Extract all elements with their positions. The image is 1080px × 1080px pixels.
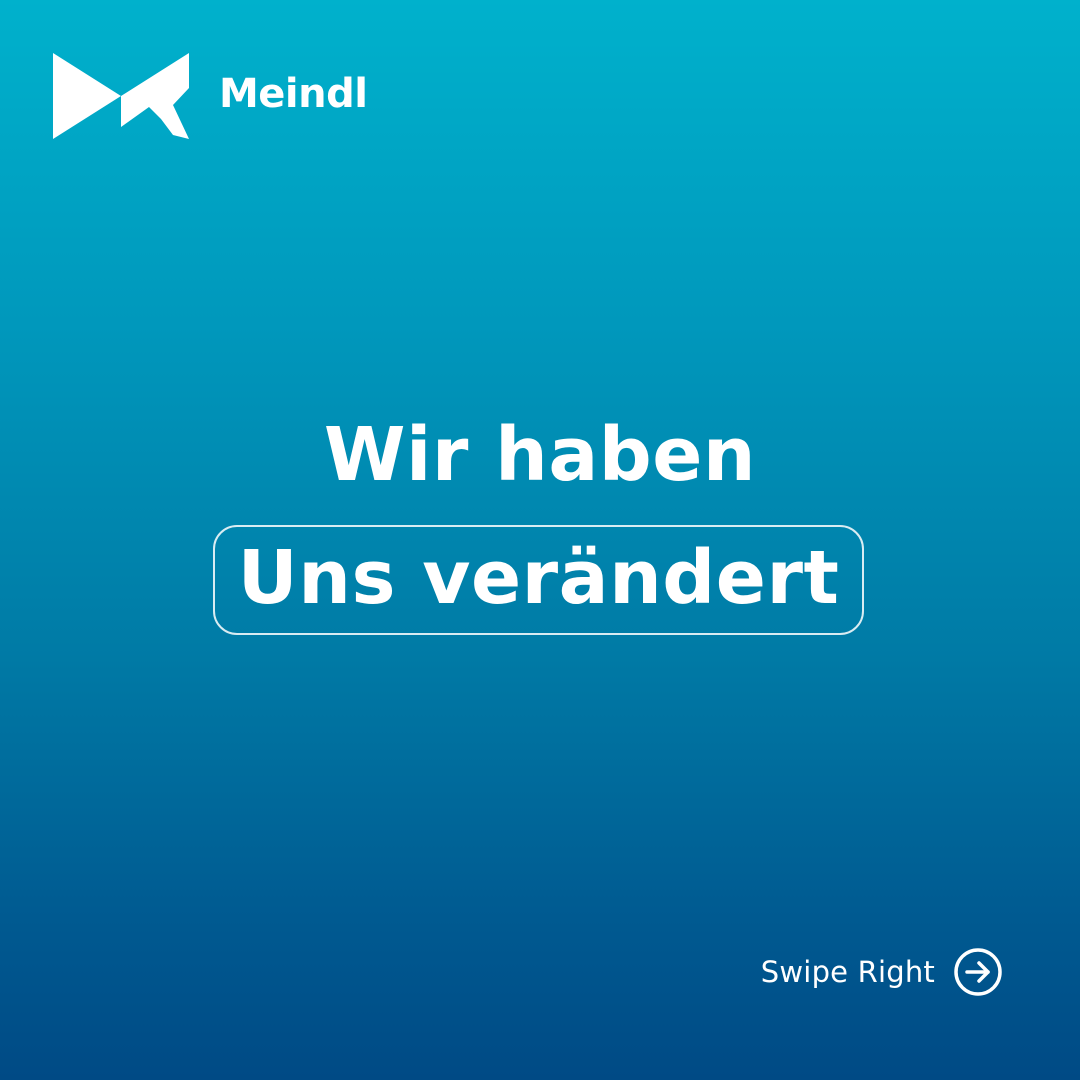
headline-line-2: Uns verändert — [237, 535, 840, 621]
brand-name: Meindl — [219, 71, 368, 117]
slide-canvas: Meindl Wir haben Uns verändert Swipe Rig… — [0, 0, 1080, 1080]
swipe-right-button[interactable]: Swipe Right — [761, 946, 1003, 998]
headline-line-1: Wir haben — [323, 412, 757, 498]
meindl-logo-icon — [53, 53, 189, 139]
swipe-right-label: Swipe Right — [760, 955, 935, 989]
brand-header: Meindl — [53, 53, 368, 139]
headline-highlight-box: Uns verändert — [213, 525, 864, 635]
arrow-right-circle-icon[interactable] — [953, 947, 1003, 997]
